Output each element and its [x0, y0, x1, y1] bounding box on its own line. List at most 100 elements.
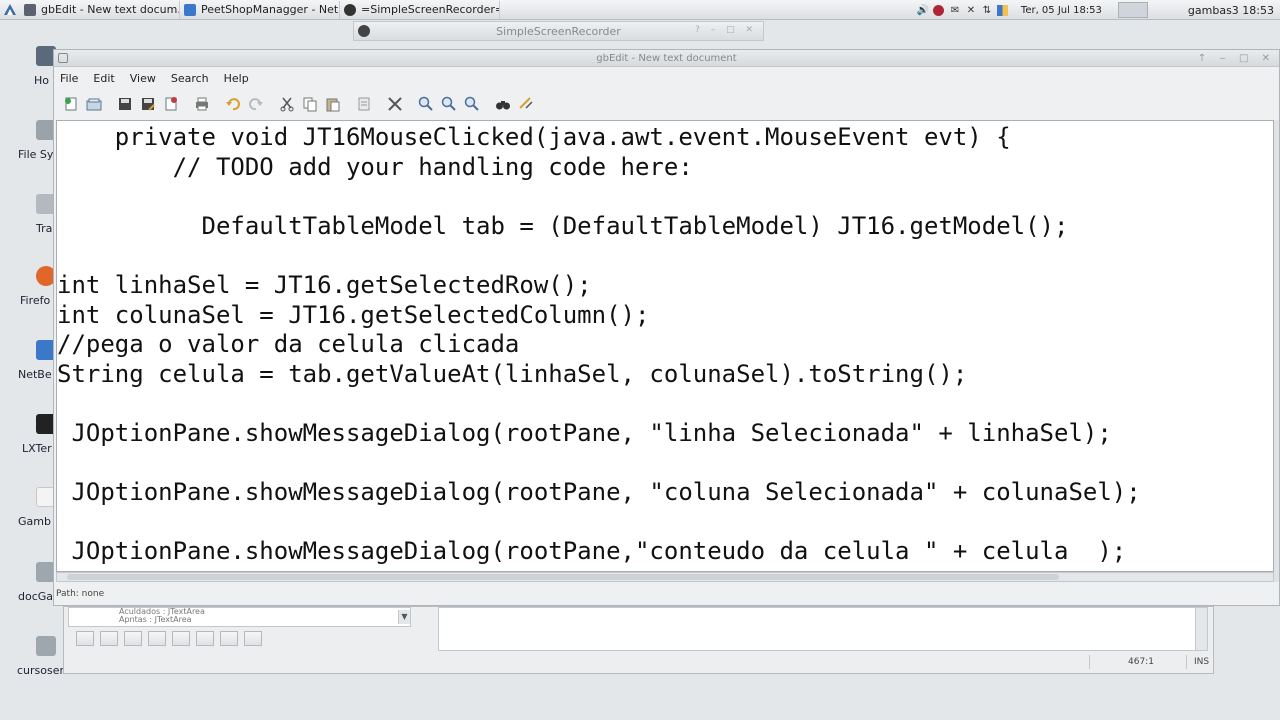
redo-button[interactable]	[247, 95, 265, 113]
taskbar: gbEdit - New text docum... PeetShopManag…	[0, 0, 1280, 20]
task-gbedit[interactable]: gbEdit - New text docum...	[20, 0, 180, 19]
window-controls[interactable]: ↑ ‒ □ ✕	[1198, 50, 1275, 67]
output-pane[interactable]	[438, 607, 1208, 651]
save-icon	[119, 98, 131, 110]
tools-icon[interactable]: ✕	[965, 4, 977, 16]
network-icon[interactable]: ⇅	[981, 4, 993, 16]
paste-button[interactable]	[324, 95, 342, 113]
cut-icon	[280, 97, 294, 112]
zoom-reset-icon	[464, 96, 479, 111]
code-line: //pega o valor da celula clicada	[57, 330, 520, 358]
workspace-icon[interactable]	[997, 4, 1009, 16]
recorder-icon	[344, 3, 356, 16]
print-button[interactable]	[193, 95, 211, 113]
cut-button[interactable]	[278, 95, 296, 113]
start-menu-button[interactable]	[0, 0, 20, 20]
status-bar: Path: none	[54, 583, 1279, 605]
desktop-icon-cursoser[interactable]: cursoser	[14, 636, 64, 706]
find-button[interactable]	[494, 95, 512, 113]
zoom-out-icon	[441, 96, 456, 111]
gbedit-icon	[24, 3, 36, 16]
netbeans-window-fragment: Aculdados : JTextArea Apntas : JTextArea…	[63, 606, 1214, 674]
select-all-button[interactable]	[355, 95, 373, 113]
code-line: int colunaSel = JT16.getSelectedColumn()…	[57, 301, 650, 329]
start-logo-icon	[4, 3, 16, 15]
undo-button[interactable]	[224, 95, 242, 113]
zoom-out-button[interactable]	[440, 95, 458, 113]
code-line: DefaultTableModel tab = (DefaultTableMod…	[57, 212, 1069, 240]
horizontal-scrollbar[interactable]	[56, 572, 1274, 582]
menu-edit[interactable]: Edit	[93, 72, 114, 85]
component-toolbar	[76, 631, 268, 646]
code-line: // TODO add your handling code here:	[57, 153, 693, 181]
paste-icon	[326, 98, 340, 112]
print-icon	[196, 97, 208, 111]
chevron-down-icon[interactable]: ▼	[398, 610, 410, 624]
zoom-reset-button[interactable]	[463, 95, 481, 113]
menu-file[interactable]: File	[60, 72, 78, 85]
new-file-icon	[65, 97, 77, 111]
volume-icon[interactable]: 🔊	[917, 4, 929, 16]
menu-view[interactable]: View	[130, 72, 156, 85]
gbedit-icon	[58, 53, 68, 63]
insert-mode: INS	[1194, 657, 1210, 667]
zoom-in-icon	[418, 96, 433, 111]
record-icon[interactable]	[933, 4, 945, 16]
component-list[interactable]: Aculdados : JTextArea Apntas : JTextArea…	[68, 607, 411, 627]
scrollbar-thumb[interactable]	[67, 574, 1059, 580]
palette-button[interactable]	[76, 631, 94, 646]
open-button[interactable]	[85, 95, 103, 113]
image-button[interactable]	[196, 631, 214, 646]
close-file-icon	[165, 97, 177, 111]
select-button[interactable]	[100, 631, 118, 646]
code-line: private void JT16MouseClicked(java.awt.e…	[57, 123, 1011, 151]
open-icon	[86, 98, 102, 111]
recorder-logo-icon	[358, 25, 370, 37]
tools-icon	[388, 97, 402, 111]
code-line: JOptionPane.showMessageDialog(rootPane, …	[57, 419, 1112, 447]
copy-button[interactable]	[301, 95, 319, 113]
workspace-pager[interactable]	[1117, 2, 1148, 18]
file-path-status: Path: none	[56, 589, 105, 599]
align-button[interactable]	[124, 631, 142, 646]
save-as-button[interactable]	[139, 95, 157, 113]
new-file-button[interactable]	[62, 95, 80, 113]
window-titlebar[interactable]: gbEdit - New text document ↑ ‒ □ ✕	[54, 50, 1279, 67]
save-button[interactable]	[116, 95, 134, 113]
copy-icon	[303, 97, 317, 112]
lock-button[interactable]	[148, 631, 166, 646]
group-button[interactable]	[172, 631, 190, 646]
code-line: String celula = tab.getValueAt(linhaSel,…	[57, 360, 968, 388]
undo-icon	[226, 98, 240, 111]
vertical-scrollbar[interactable]	[1195, 608, 1207, 650]
window-title: gbEdit - New text document	[596, 53, 737, 64]
list-item[interactable]: Apntas : JTextArea	[69, 616, 410, 624]
close-file-button[interactable]	[162, 95, 180, 113]
redo-icon	[249, 98, 263, 111]
binoculars-icon	[496, 101, 510, 110]
divider	[1089, 655, 1090, 669]
menubar: File Edit View Search Help	[54, 68, 1279, 88]
system-tray: 🔊 ✉ ✕ ⇅ Ter, 05 Jul 18:53 gambas3 18:53	[915, 0, 1280, 20]
user-label: gambas3 18:53	[1187, 3, 1274, 17]
menu-search[interactable]: Search	[171, 72, 209, 85]
distribute-button[interactable]	[220, 631, 238, 646]
task-screenrecorder[interactable]: =SimpleScreenRecorder=	[340, 0, 500, 19]
spacing-button[interactable]	[244, 631, 262, 646]
zoom-in-button[interactable]	[417, 95, 435, 113]
code-line: JOptionPane.showMessageDialog(rootPane, …	[57, 478, 1141, 506]
document-icon	[358, 97, 370, 111]
task-netbeans[interactable]: PeetShopManagger - Net...	[180, 0, 340, 19]
code-line: int linhaSel = JT16.getSelectedRow();	[57, 271, 592, 299]
recorder-window-controls[interactable]: ? – □ ✕	[695, 25, 757, 35]
preferences-button[interactable]	[386, 95, 404, 113]
recorder-window-titlebar[interactable]: SimpleScreenRecorder ? – □ ✕	[353, 21, 764, 41]
recorder-title: SimpleScreenRecorder	[496, 24, 621, 38]
text-editor[interactable]: private void JT16MouseClicked(java.awt.e…	[56, 120, 1274, 572]
toolbar	[54, 90, 1279, 118]
vertical-scrollbar[interactable]	[1274, 120, 1279, 582]
replace-button[interactable]	[517, 95, 535, 113]
save-as-icon	[142, 98, 155, 111]
mail-icon[interactable]: ✉	[949, 4, 961, 16]
menu-help[interactable]: Help	[224, 72, 249, 85]
